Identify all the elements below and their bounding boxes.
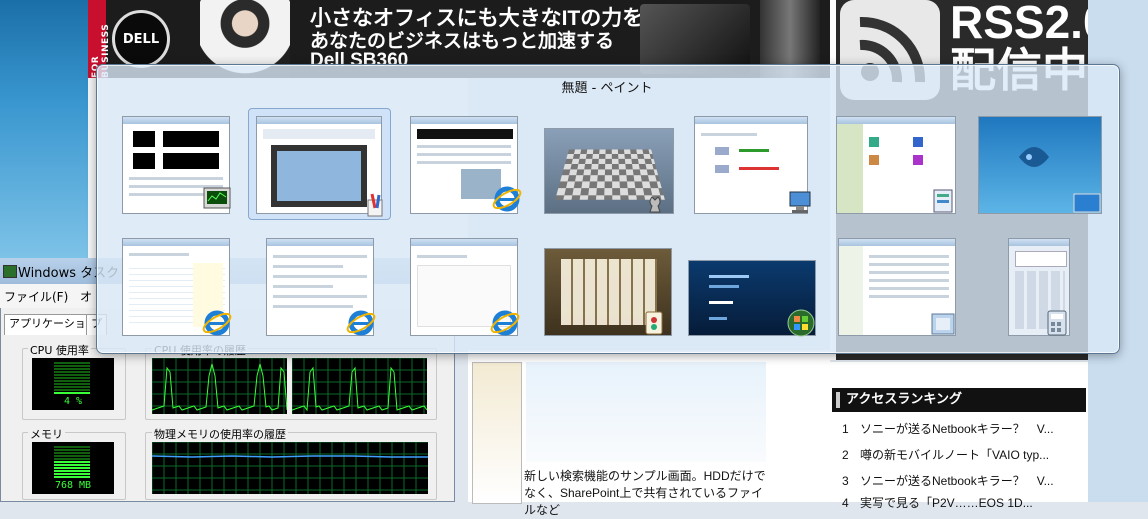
memory-meter: 768 MB: [32, 442, 114, 494]
meter-segment: [54, 374, 90, 376]
internet-explorer-icon: [202, 308, 232, 338]
memory-history-graph-plot: [152, 442, 428, 494]
rank-link[interactable]: 実写で見る「P2V……EOS 1D...: [860, 496, 1033, 510]
rank-link[interactable]: ソニーが送るNetbookキラー？ V...: [860, 422, 1054, 436]
cpu-history-graph-1-plot: [152, 358, 287, 414]
task-manager-icon: [202, 184, 232, 214]
memory-history-graph: [152, 442, 428, 494]
rank-number: 3: [842, 474, 849, 488]
ranking-item-2[interactable]: 2 噂の新モバイルノート「VAIO typ...: [842, 446, 1049, 463]
meter-segment: [54, 368, 90, 370]
cpu-history-graph-2-plot: [292, 358, 427, 414]
rank-link[interactable]: 噂の新モバイルノート「VAIO typ...: [860, 448, 1049, 462]
article-thumbnail[interactable]: [472, 362, 522, 504]
task-manager-icon: [3, 265, 17, 278]
network-icon: [786, 186, 816, 216]
menu-file[interactable]: ファイル(F): [4, 288, 68, 305]
switcher-title: 無題 - ペイント: [561, 81, 653, 96]
windows-logo-icon: [786, 308, 816, 338]
control-panel-icon: [928, 186, 958, 216]
meter-segment: [54, 464, 90, 466]
memory-history-line: [152, 455, 428, 458]
meter-segment: [54, 449, 90, 451]
desktop-icon: [1072, 188, 1102, 218]
meter-segment: [54, 458, 90, 460]
meter-segment: [54, 362, 90, 364]
memory-history-label: 物理メモリの使用率の履歴: [152, 426, 288, 442]
ranking-title: アクセスランキング: [832, 388, 1086, 412]
meter-segment: [54, 392, 90, 394]
cpu-meter: 4 %: [32, 358, 114, 410]
meter-segment: [54, 470, 90, 472]
cpu-usage-value: 4 %: [63, 396, 83, 407]
rank-number: 1: [842, 422, 849, 436]
ad-headline-2: あなたのビジネスはもっと加速する: [310, 31, 615, 52]
meter-segment: [54, 452, 90, 454]
article-caption: 新しい検索機能のサンプル画面。HDDだけでなく、SharePoint上で共有され…: [524, 469, 766, 517]
article-screenshot[interactable]: [526, 362, 766, 462]
meter-segment: [54, 389, 90, 391]
cpu-history-graph-2: [292, 358, 427, 414]
paint-icon: [360, 190, 390, 220]
meter-segment: [54, 455, 90, 457]
cpu-usage-label: CPU 使用率: [28, 342, 91, 358]
rank-number: 4: [842, 496, 849, 510]
cpu-history-graph-1: [152, 358, 287, 414]
desktop-background: [0, 0, 88, 260]
internet-explorer-icon: [490, 308, 520, 338]
internet-explorer-icon: [346, 308, 376, 338]
meter-segment: [54, 380, 90, 382]
meter-segment: [54, 476, 90, 478]
meter-segment: [54, 377, 90, 379]
cpu-history-line: [292, 366, 427, 412]
meter-segment: [54, 383, 90, 385]
rank-number: 2: [842, 448, 849, 462]
dell-logo: DELL: [112, 10, 170, 68]
mahjong-icon: [640, 308, 670, 338]
chess-icon: [640, 186, 670, 216]
meter-segment: [54, 371, 90, 373]
meter-segment: [54, 467, 90, 469]
meter-segment: [54, 446, 90, 448]
ranking-item-4[interactable]: 4 実写で見る「P2V……EOS 1D...: [842, 494, 1033, 511]
ranking-item-1[interactable]: 1 ソニーが送るNetbookキラー？ V...: [842, 420, 1054, 437]
memory-meter-bars: [54, 446, 90, 480]
meter-segment: [54, 365, 90, 367]
meter-segment: [54, 461, 90, 463]
folder-icon: [928, 308, 958, 338]
dell-logo-text: DELL: [122, 31, 160, 47]
rank-link[interactable]: ソニーが送るNetbookキラー？ V...: [860, 474, 1054, 488]
calculator-icon: [1042, 308, 1072, 338]
menu-options[interactable]: オ: [80, 288, 92, 305]
meter-segment: [54, 386, 90, 388]
cpu-history-line: [152, 363, 287, 411]
cpu-meter-bars: [54, 362, 90, 396]
memory-label: メモリ: [28, 426, 65, 442]
ranking-item-3[interactable]: 3 ソニーが送るNetbookキラー？ V...: [842, 472, 1054, 489]
memory-value: 768 MB: [54, 480, 92, 491]
internet-explorer-icon: [492, 184, 522, 214]
meter-segment: [54, 473, 90, 475]
